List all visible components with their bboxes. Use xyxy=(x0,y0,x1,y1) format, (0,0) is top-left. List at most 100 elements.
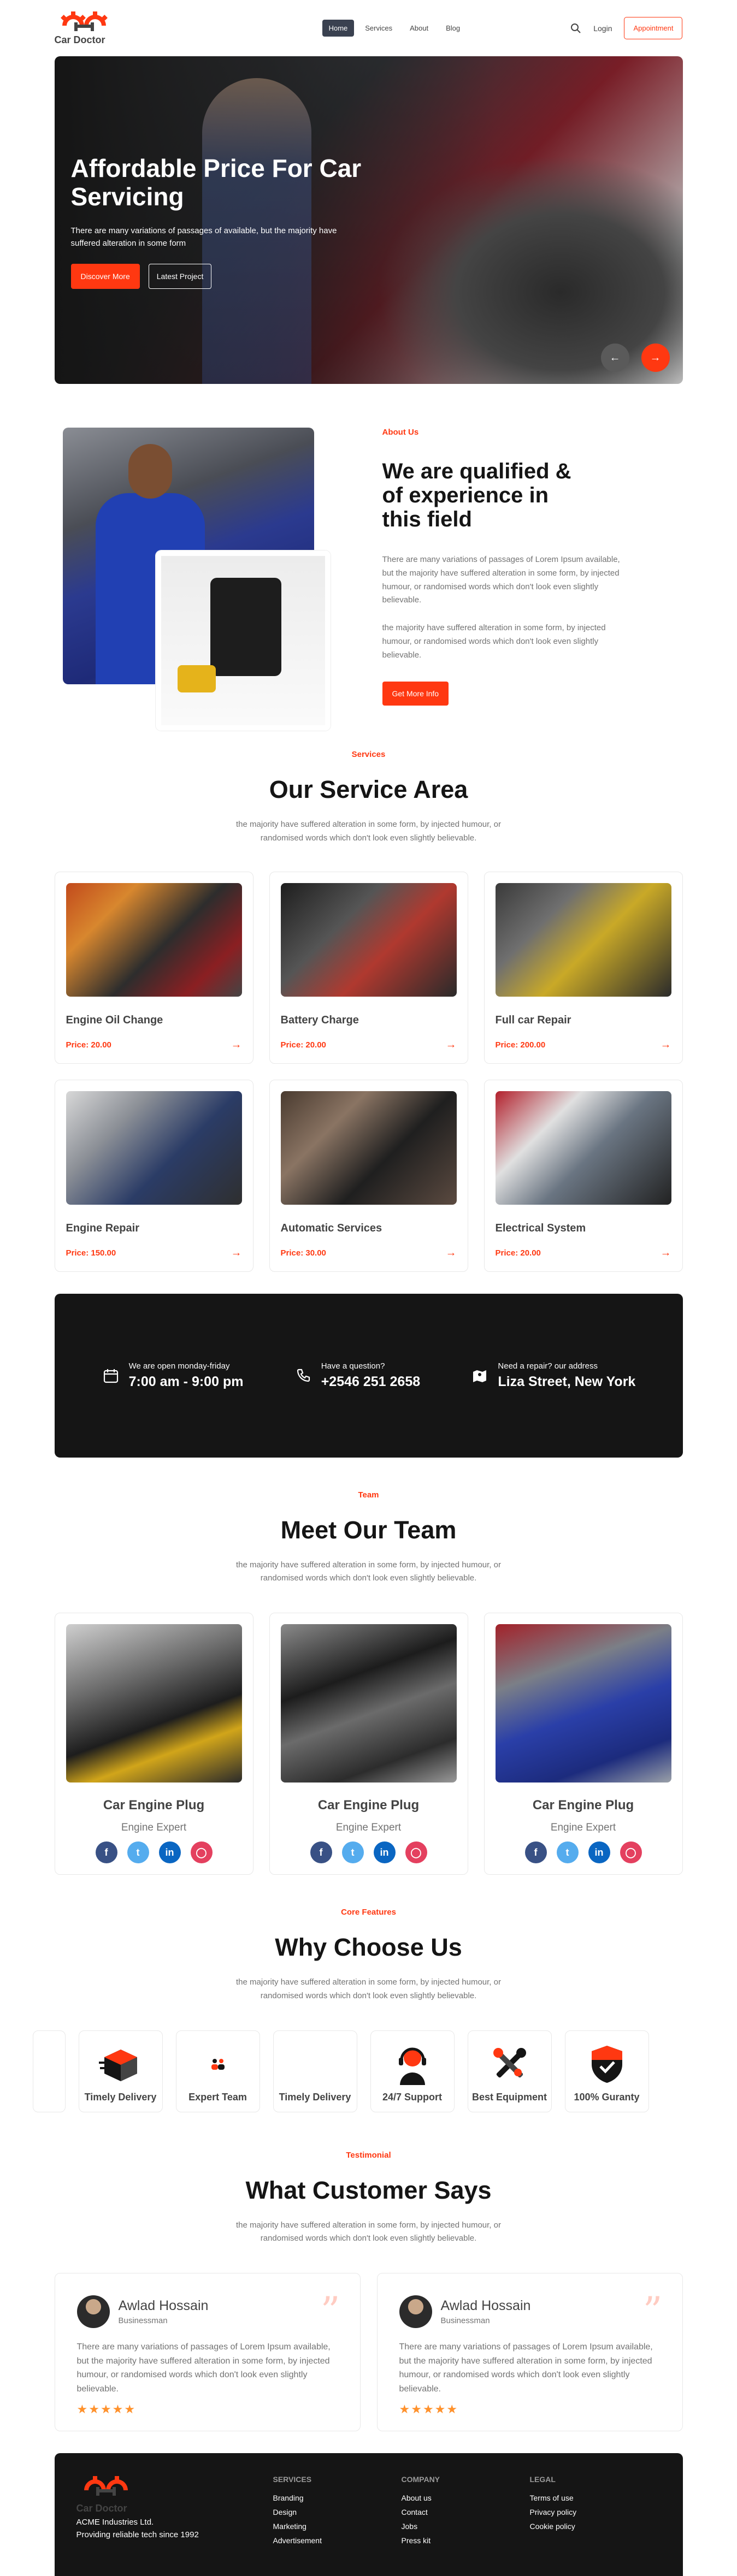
services-header: Services Our Service Area the majority h… xyxy=(55,750,683,845)
arrow-right-icon[interactable]: → xyxy=(231,1247,242,1259)
team-grid: Car Engine Plug Engine Expert f t in ◯ C… xyxy=(54,1613,683,1875)
team-eyebrow: Team xyxy=(358,1490,379,1500)
why-header: Core Features Why Choose Us the majority… xyxy=(55,1908,683,2003)
service-title: Battery Charge xyxy=(280,1014,359,1026)
footer-link[interactable]: Privacy policy xyxy=(530,2508,658,2516)
search-icon[interactable] xyxy=(570,23,581,34)
feature-card: Timely Delivery xyxy=(78,2030,163,2112)
avatar xyxy=(76,2295,110,2328)
arrow-left-icon[interactable]: ← xyxy=(600,344,629,372)
service-title: Full car Repair xyxy=(495,1014,571,1026)
footer-logo-text: Car Doctor xyxy=(76,2503,127,2514)
testimonial-grid: ” Awlad Hossain Businessman There are ma… xyxy=(54,2273,683,2431)
contact-info-bar: We are open monday-friday 7:00 am - 9:00… xyxy=(54,1293,683,1458)
info-hours: We are open monday-friday 7:00 am - 9:00… xyxy=(102,1361,244,1390)
info-hours-value: 7:00 am - 9:00 pm xyxy=(128,1373,244,1389)
features-carousel: Timely Delivery Expert Team Timely Deliv… xyxy=(32,2030,705,2112)
footer-link[interactable]: About us xyxy=(402,2494,530,2502)
arrow-right-icon[interactable]: → xyxy=(446,1247,457,1259)
instagram-icon[interactable]: ◯ xyxy=(190,1841,213,1863)
service-title: Engine Oil Change xyxy=(66,1014,163,1026)
footer-col-title: LEGAL xyxy=(529,2475,556,2484)
calendar-icon xyxy=(102,1366,120,1385)
facebook-icon[interactable]: f xyxy=(524,1841,547,1863)
team-member-name: Car Engine Plug xyxy=(532,1798,634,1813)
nav-link-about[interactable]: About xyxy=(403,20,435,37)
footer-link[interactable]: Press kit xyxy=(402,2536,530,2545)
arrow-right-icon[interactable]: → xyxy=(661,1039,671,1051)
feature-label: Best Equipment xyxy=(471,2091,547,2103)
service-footer: Price: 150.00 → xyxy=(66,1247,242,1259)
twitter-icon[interactable]: t xyxy=(127,1841,149,1863)
quote-icon: ” xyxy=(320,2289,340,2334)
team-member-photo xyxy=(495,1624,671,1783)
about-parts-image xyxy=(155,550,331,731)
arrow-right-icon[interactable]: → xyxy=(231,1039,242,1051)
feature-card: Timely Delivery xyxy=(273,2030,357,2112)
feature-card: Expert Team xyxy=(175,2030,260,2112)
info-address-label: Need a repair? our address xyxy=(498,1361,598,1371)
instagram-icon[interactable]: ◯ xyxy=(405,1841,427,1863)
service-image-oil-change xyxy=(66,883,242,997)
nav-link-home[interactable]: Home xyxy=(322,20,355,37)
get-more-info-button[interactable]: Get More Info xyxy=(382,682,449,706)
linkedin-icon[interactable]: in xyxy=(588,1841,610,1863)
arrow-right-icon[interactable]: → xyxy=(446,1039,457,1051)
avatar xyxy=(399,2295,432,2328)
info-phone-value[interactable]: +2546 251 2658 xyxy=(321,1374,420,1390)
star-rating-icon: ★★★★★ xyxy=(76,2402,137,2417)
facebook-icon[interactable]: f xyxy=(310,1841,332,1863)
instagram-icon[interactable]: ◯ xyxy=(620,1841,642,1863)
service-title: Electrical System xyxy=(495,1222,586,1234)
footer-link[interactable]: Branding xyxy=(273,2494,402,2502)
about-section: About Us We are qualified & of experienc… xyxy=(55,428,683,733)
footer-link[interactable]: Jobs xyxy=(402,2522,530,2531)
service-card[interactable]: Automatic Services Price: 30.00 → xyxy=(269,1079,468,1272)
nav-link-services[interactable]: Services xyxy=(358,20,399,37)
facebook-icon[interactable]: f xyxy=(95,1841,117,1863)
social-links: f t in ◯ xyxy=(66,1841,242,1863)
service-card[interactable]: Battery Charge Price: 20.00 → xyxy=(269,871,468,1064)
nav-actions: Login Appointment xyxy=(570,17,683,39)
nav-link-blog[interactable]: Blog xyxy=(439,20,467,37)
footer-link[interactable]: Contact xyxy=(402,2508,530,2516)
footer-link[interactable]: Design xyxy=(273,2508,402,2516)
footer-link[interactable]: Terms of use xyxy=(530,2494,658,2502)
feature-card-partial xyxy=(32,2030,66,2112)
team-card: Car Engine Plug Engine Expert f t in ◯ xyxy=(54,1613,253,1875)
team-member-role: Engine Expert xyxy=(550,1822,616,1833)
hero-content: Affordable Price For Car Servicing There… xyxy=(70,154,377,289)
discover-more-button[interactable]: Discover More xyxy=(70,264,140,289)
team-member-role: Engine Expert xyxy=(121,1822,187,1833)
footer-link[interactable]: Marketing xyxy=(273,2522,402,2531)
service-price: Price: 200.00 xyxy=(495,1040,546,1050)
service-image-battery xyxy=(280,883,457,997)
appointment-button[interactable]: Appointment xyxy=(624,17,683,39)
testimonial-head: Awlad Hossain Businessman xyxy=(76,2295,338,2328)
fast-box-icon xyxy=(96,2042,145,2086)
login-link[interactable]: Login xyxy=(593,24,612,33)
footer-link[interactable]: Cookie policy xyxy=(530,2522,658,2531)
twitter-icon[interactable]: t xyxy=(341,1841,364,1863)
twitter-icon[interactable]: t xyxy=(556,1841,579,1863)
linkedin-icon[interactable]: in xyxy=(373,1841,396,1863)
latest-project-button[interactable]: Latest Project xyxy=(148,264,212,289)
logo[interactable]: Car Doctor xyxy=(55,10,120,46)
team-subtitle: the majority have suffered alteration in… xyxy=(236,1560,501,1583)
social-links: f t in ◯ xyxy=(281,1841,457,1863)
footer: Car Doctor ACME Industries Ltd. Providin… xyxy=(54,2453,683,2576)
arrow-right-icon[interactable]: → xyxy=(641,344,670,372)
service-card[interactable]: Engine Oil Change Price: 20.00 → xyxy=(54,871,253,1064)
service-card[interactable]: Full car Repair Price: 200.00 → xyxy=(484,871,683,1064)
service-card[interactable]: Electrical System Price: 20.00 → xyxy=(484,1079,683,1272)
map-icon xyxy=(470,1366,489,1385)
service-card[interactable]: Engine Repair Price: 150.00 → xyxy=(54,1079,253,1272)
team-header: Team Meet Our Team the majority have suf… xyxy=(55,1490,683,1586)
reviewer-name: Awlad Hossain xyxy=(118,2298,209,2313)
reviewer-role: Businessman xyxy=(440,2316,490,2325)
footer-link[interactable]: Advertisement xyxy=(273,2536,402,2545)
gear-logo-icon xyxy=(84,2476,128,2496)
arrow-right-icon[interactable]: → xyxy=(661,1247,671,1259)
testimonial-title: What Customer Says xyxy=(245,2176,492,2204)
linkedin-icon[interactable]: in xyxy=(158,1841,181,1863)
